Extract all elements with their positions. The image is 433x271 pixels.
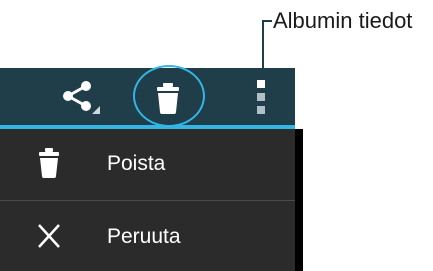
menu-item-label: Poista	[107, 152, 166, 175]
callout-label: Albumin tiedot	[273, 8, 413, 33]
share-icon	[63, 81, 100, 114]
menu-divider	[0, 200, 295, 201]
trash-icon	[36, 148, 62, 178]
overflow-menu-icon	[257, 80, 265, 114]
popup-menu: Poista Peruuta	[0, 129, 295, 271]
trash-icon	[157, 83, 179, 114]
overflow-menu-button[interactable]	[246, 74, 276, 120]
share-button[interactable]	[56, 76, 104, 118]
menu-item-label: Peruuta	[107, 225, 181, 248]
menu-shadow-edge	[295, 129, 303, 271]
callout-line-vertical	[262, 20, 264, 68]
menu-item-poista[interactable]: Poista	[0, 129, 295, 199]
callout-line-horizontal	[262, 20, 272, 22]
delete-button[interactable]	[133, 70, 203, 126]
menu-item-peruuta[interactable]: Peruuta	[0, 202, 295, 271]
close-icon	[36, 221, 62, 251]
action-bar	[0, 65, 295, 127]
screenshot-canvas: Albumin tiedot Poista Peruuta	[0, 0, 433, 271]
